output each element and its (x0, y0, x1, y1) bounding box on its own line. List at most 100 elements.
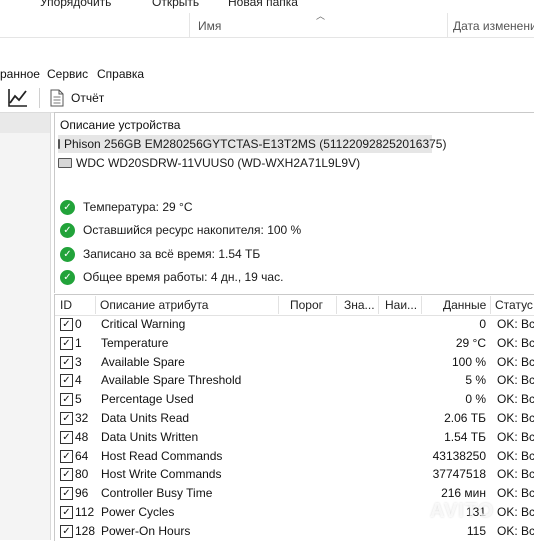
column-date-modified[interactable]: Дата изменени (453, 19, 534, 33)
attr-name: Controller Busy Time (101, 486, 213, 501)
row-checkbox[interactable]: ✓ (60, 487, 73, 501)
attr-name: Power-On Hours (101, 523, 191, 538)
row-checkbox[interactable]: ✓ (60, 468, 73, 482)
ok-check-icon: ✓ (60, 222, 75, 238)
menu-service[interactable]: Сервис (47, 67, 88, 81)
attr-name: Host Write Commands (101, 467, 222, 482)
report-label: Отчёт (71, 91, 105, 105)
attr-id: 3 (75, 354, 82, 369)
attr-id: 48 (75, 429, 89, 444)
attr-name: Data Units Read (101, 411, 190, 425)
row-checkbox[interactable]: ✓ (60, 506, 73, 519)
table-row[interactable]: ✓64 Host Read Commands 43138250 OK: Все (55, 447, 534, 466)
attr-data: 100 % (451, 354, 486, 369)
attr-name: Critical Warning (101, 317, 186, 331)
attr-data: 0 % (465, 392, 486, 407)
row-checkbox[interactable]: ✓ (60, 318, 73, 331)
table-row[interactable]: ✓32 Data Units Read 2.06 ТБ OK: Все (55, 409, 534, 428)
attr-data: 29 °C (455, 335, 486, 350)
th-threshold[interactable]: Порог (290, 298, 323, 312)
row-checkbox[interactable]: ✓ (60, 524, 73, 538)
column-separator[interactable] (189, 13, 190, 37)
attr-id: 32 (75, 411, 89, 425)
attr-id: 64 (75, 448, 89, 463)
status-total-written: ✓ Записано за всё время: 1.54 ТБ (60, 245, 260, 263)
header-separator[interactable] (95, 296, 96, 314)
menu-favorites[interactable]: ранное (0, 67, 40, 81)
table-row[interactable]: ✓48 Data Units Written 1.54 ТБ OK: Все (55, 428, 534, 447)
header-separator[interactable] (421, 296, 422, 314)
attr-status: OK: Все (497, 373, 534, 388)
row-checkbox[interactable]: ✓ (60, 336, 73, 350)
attr-data: 216 мин (441, 486, 486, 501)
row-checkbox[interactable]: ✓ (60, 374, 73, 388)
table-row[interactable]: ✓128 Power-On Hours 115 OK: Все (55, 522, 534, 541)
attr-name: Temperature (101, 335, 169, 350)
menu-help[interactable]: Справка (97, 67, 144, 81)
attr-data: 2.06 ТБ (444, 411, 486, 425)
attr-name: Available Spare Threshold (101, 373, 242, 388)
attr-name: Percentage Used (101, 392, 194, 407)
left-pane[interactable] (0, 113, 51, 540)
device-item-ssd[interactable]: Phison 256GB EM280256GYTCTAS-E13T2MS (51… (58, 135, 446, 153)
status-power-on-time: ✓ Общее время работы: 4 дн., 19 час. (60, 268, 283, 286)
th-data[interactable]: Данные (443, 298, 486, 312)
attr-data: 37747518 (432, 467, 486, 482)
row-checkbox[interactable]: ✓ (60, 355, 73, 369)
ok-check-icon: ✓ (60, 246, 75, 262)
th-worst[interactable]: Наи... (385, 298, 417, 312)
attr-status: OK: Все (497, 317, 534, 331)
device-list-title: Описание устройства (60, 118, 181, 132)
th-id[interactable]: ID (60, 298, 72, 312)
ok-check-icon: ✓ (60, 199, 75, 215)
attr-status: OK: Все (497, 392, 534, 407)
left-pane-selected-item[interactable] (0, 113, 50, 133)
header-separator[interactable] (336, 296, 337, 314)
table-row[interactable]: ✓0Critical Warning0OK: Все (55, 315, 534, 334)
document-icon (50, 89, 64, 107)
attr-status: OK: Все (497, 486, 534, 501)
column-separator[interactable] (447, 13, 448, 37)
ribbon-new-folder[interactable]: Новая папка (228, 0, 298, 9)
watermark: AVITO (430, 500, 495, 522)
attr-status: OK: Все (497, 335, 534, 350)
attr-status: OK: Все (497, 354, 534, 369)
row-checkbox[interactable]: ✓ (60, 449, 73, 463)
column-name[interactable]: Имя (198, 19, 221, 33)
header-separator[interactable] (278, 296, 279, 314)
table-row[interactable]: ✓5 Percentage Used 0 % OK: Все (55, 390, 534, 409)
table-row[interactable]: ✓3 Available Spare 100 % OK: Все (55, 353, 534, 372)
attr-data: 5 % (465, 373, 486, 388)
attr-name: Data Units Written (101, 429, 199, 444)
table-row[interactable]: ✓80 Host Write Commands 37747518 OK: Все (55, 465, 534, 484)
header-separator[interactable] (490, 296, 491, 314)
attr-id: 5 (75, 392, 82, 407)
header-separator[interactable] (378, 296, 379, 314)
ribbon-organize[interactable]: Упорядочить (40, 0, 111, 9)
device-item-hdd[interactable]: WDC WD20SDRW-11VUUS0 (WD-WXH2A71L9L9V) (58, 154, 360, 172)
attr-data: 115 (466, 523, 486, 538)
table-row[interactable]: ✓4 Available Spare Threshold 5 % OK: Все (55, 371, 534, 390)
row-checkbox[interactable]: ✓ (60, 430, 73, 444)
hdd-drive-icon (58, 158, 72, 168)
attr-status: OK: Все (497, 523, 534, 538)
toolbar-separator (39, 88, 40, 108)
row-checkbox[interactable]: ✓ (60, 393, 73, 407)
status-text: Оставшийся ресурс накопителя: 100 % (83, 223, 302, 237)
attr-id: 112 (75, 505, 95, 519)
th-status[interactable]: Статус (495, 298, 533, 312)
th-description[interactable]: Описание атрибута (100, 298, 208, 312)
th-value[interactable]: Зна... (344, 298, 375, 312)
attr-id: 1 (75, 335, 82, 350)
table-row[interactable]: ✓1 Temperature 29 °C OK: Все (55, 334, 534, 353)
chart-button[interactable] (6, 86, 30, 110)
report-button[interactable]: Отчёт (49, 86, 104, 110)
row-checkbox[interactable]: ✓ (60, 412, 73, 425)
attr-status: OK: Все (497, 429, 534, 444)
status-text: Температура: 29 °C (83, 200, 193, 214)
device-label: Phison 256GB EM280256GYTCTAS-E13T2MS (51… (64, 137, 447, 151)
line-chart-icon (8, 89, 27, 107)
status-text: Записано за всё время: 1.54 ТБ (83, 247, 261, 261)
ribbon-open[interactable]: Открыть (152, 0, 199, 9)
sort-chevron-icon: ︿ (316, 11, 326, 21)
